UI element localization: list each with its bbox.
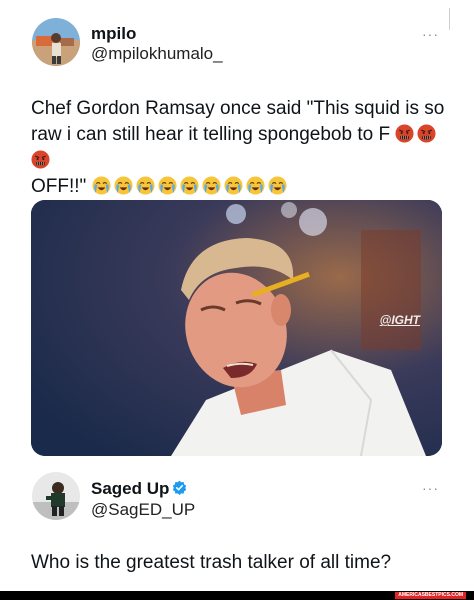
divider-line: [449, 8, 450, 30]
angry-emoji-icon: [31, 150, 50, 169]
tweet-text: Chef Gordon Ramsay once said "This squid…: [31, 96, 451, 200]
verified-badge-icon: [172, 480, 187, 495]
crying-emoji-icon: [114, 176, 133, 195]
crying-emoji-icon: [246, 176, 265, 195]
reply-text: Who is the greatest trash talker of all …: [31, 552, 392, 573]
crying-emoji-icon: [202, 176, 221, 195]
image-watermark: @IGHT: [379, 313, 420, 327]
crying-emoji-icon: [92, 176, 111, 195]
more-options-icon[interactable]: ···: [422, 26, 439, 42]
tweet-text-main: Chef Gordon Ramsay once said "This squid…: [31, 98, 445, 145]
reply-display-name[interactable]: Saged Up: [91, 479, 169, 499]
angry-emoji-icon: [417, 124, 436, 143]
crying-emoji-icon: [158, 176, 177, 195]
display-name[interactable]: mpilo: [91, 24, 136, 44]
reply-user-handle[interactable]: @SagED_UP: [91, 500, 195, 520]
crying-emoji-group: [92, 176, 290, 197]
angry-emoji-icon: [395, 124, 414, 143]
crying-emoji-icon: [224, 176, 243, 195]
crying-emoji-icon: [136, 176, 155, 195]
crying-emoji-icon: [268, 176, 287, 195]
user-handle[interactable]: @mpilokhumalo_: [91, 44, 223, 64]
crying-emoji-icon: [180, 176, 199, 195]
tweet-text-end: OFF!!": [31, 176, 87, 197]
avatar-mpilo[interactable]: [32, 18, 80, 66]
reply-more-options-icon[interactable]: ···: [422, 480, 439, 496]
site-watermark: AMERICASBESTPICS.COM: [395, 592, 466, 599]
avatar-saged-up[interactable]: [32, 472, 80, 520]
tweet-photo[interactable]: @IGHT: [31, 200, 442, 456]
